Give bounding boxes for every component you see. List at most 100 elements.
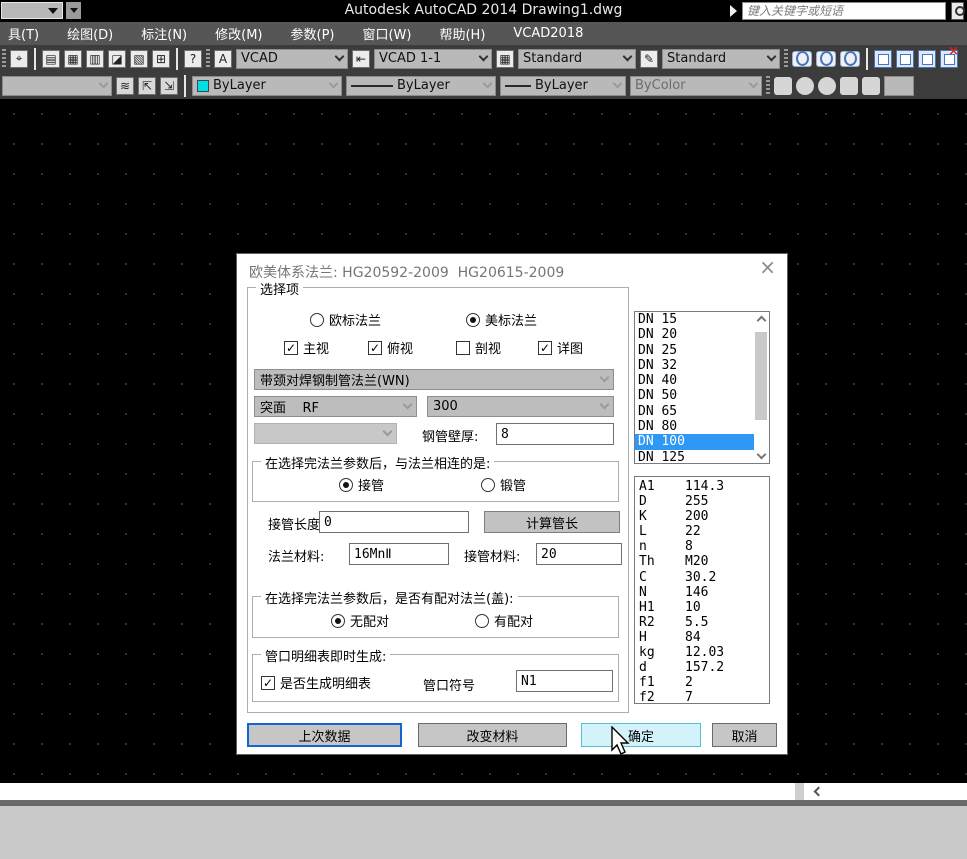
linetype-combo[interactable]: ByLayer xyxy=(346,76,496,96)
radio-icon xyxy=(466,313,480,327)
infocenter-expand-icon[interactable] xyxy=(730,5,737,17)
layer-properties-icon[interactable]: ≋ xyxy=(116,77,134,95)
chevron-left-icon[interactable] xyxy=(814,787,824,797)
dn-listbox[interactable]: DN 15 DN 20 DN 25 DN 32 DN 40 DN 50 DN 6… xyxy=(634,311,770,464)
zoom-pointer-icon[interactable]: ⌖ xyxy=(10,50,28,68)
param-row: f27 xyxy=(639,690,769,704)
table-grid-icon[interactable]: ▦ xyxy=(64,50,82,68)
nozzle-symbol-input[interactable] xyxy=(516,670,613,692)
walk-icon[interactable] xyxy=(862,77,880,95)
forged-pipe-radio[interactable]: 锻管 xyxy=(481,475,526,494)
title-bar: Autodesk AutoCAD 2014 Drawing1.dwg xyxy=(0,0,967,22)
pressure-class-combo[interactable]: 300 xyxy=(427,396,614,417)
flange-type-combo[interactable]: 带颈对焊钢制管法兰(WN) xyxy=(254,369,614,390)
menu-item-modify[interactable]: 修改(M) xyxy=(215,24,262,43)
search-icon[interactable] xyxy=(951,2,964,20)
dn-list-item[interactable]: DN 125 xyxy=(635,450,769,464)
ellipse-icon-3[interactable] xyxy=(840,51,860,67)
eu-flange-radio[interactable]: 欧标法兰 xyxy=(310,310,381,329)
param-row: d157.2 xyxy=(639,660,769,675)
horizontal-scrollbar[interactable] xyxy=(0,783,967,800)
toolbar-grip[interactable] xyxy=(206,49,210,69)
layer-states-icon[interactable]: ⇲ xyxy=(160,77,178,95)
param-row: f12 xyxy=(639,675,769,690)
toolbar-grip[interactable] xyxy=(766,76,770,96)
color-combo[interactable]: ByLayer xyxy=(192,76,342,96)
pipe-radio[interactable]: 接管 xyxy=(339,475,384,494)
pan-icon[interactable] xyxy=(774,77,792,95)
calculator-icon[interactable]: ⊞ xyxy=(152,50,170,68)
menu-bar: 具(T) 绘图(D) 标注(N) 修改(M) 参数(P) 窗口(W) 帮助(H)… xyxy=(0,22,967,45)
orbit-icon[interactable] xyxy=(818,77,836,95)
table-style-combo[interactable]: Standard xyxy=(518,49,636,69)
dn-list-item[interactable]: DN 25 xyxy=(635,343,769,358)
top-view-checkbox[interactable]: 俯视 xyxy=(368,338,413,357)
detail-view-checkbox[interactable]: 详图 xyxy=(538,338,583,357)
help-icon[interactable]: ? xyxy=(184,50,202,68)
camera-icon[interactable] xyxy=(840,77,858,95)
multileader-style-combo[interactable]: Standard xyxy=(662,49,780,69)
dn-list-item[interactable]: DN 50 xyxy=(635,388,769,403)
sheet-icon[interactable]: ▥ xyxy=(86,50,104,68)
close-icon[interactable]: × xyxy=(759,257,776,277)
delete-box-icon[interactable] xyxy=(940,50,958,68)
zoom-icon[interactable] xyxy=(796,77,814,95)
pipe-material-input[interactable] xyxy=(536,543,622,565)
menu-item-parametric[interactable]: 参数(P) xyxy=(291,24,335,43)
layers-transfer-icon[interactable]: ▧ xyxy=(130,50,148,68)
dn-list-item-selected[interactable]: DN 100 xyxy=(635,434,769,449)
calc-length-button[interactable]: 计算管长 xyxy=(484,511,620,533)
cancel-button[interactable]: 取消 xyxy=(712,723,777,747)
toolbar-separator xyxy=(866,48,868,70)
dn-list-item[interactable]: DN 15 xyxy=(635,312,769,327)
generate-bom-checkbox[interactable]: 是否生成明细表 xyxy=(261,673,371,692)
menu-item-dimension[interactable]: 标注(N) xyxy=(141,24,187,43)
dim-style-combo[interactable]: VCAD 1-1 xyxy=(374,49,492,69)
layer-previous-icon[interactable]: ⇱ xyxy=(138,77,156,95)
pipe-length-input[interactable] xyxy=(319,511,469,533)
linetype-sample xyxy=(351,85,393,87)
eraser-icon[interactable]: ◪ xyxy=(108,50,126,68)
toolbar-grip[interactable] xyxy=(784,49,788,69)
plot-style-combo[interactable]: ByColor xyxy=(630,76,762,96)
previous-data-button[interactable]: 上次数据 xyxy=(247,723,402,747)
layer-combo[interactable] xyxy=(2,76,112,96)
copy-box-icon[interactable] xyxy=(918,50,936,68)
ellipse-icon-2[interactable] xyxy=(816,51,836,67)
has-mate-radio[interactable]: 有配对 xyxy=(475,611,533,630)
lineweight-combo[interactable]: ByLayer xyxy=(500,76,626,96)
dn-list-item[interactable]: DN 80 xyxy=(635,419,769,434)
dn-list-item[interactable]: DN 20 xyxy=(635,327,769,342)
dialog-icon[interactable]: ▤ xyxy=(42,50,60,68)
toolbar-grip[interactable] xyxy=(2,49,6,69)
command-line-area[interactable] xyxy=(0,806,967,859)
menu-item-vcad2018[interactable]: VCAD2018 xyxy=(513,26,583,41)
dn-list-item[interactable]: DN 40 xyxy=(635,373,769,388)
text-style-combo[interactable]: VCAD xyxy=(236,49,348,69)
face-type-combo[interactable]: 突面 RF xyxy=(254,396,417,417)
flange-material-input[interactable] xyxy=(349,543,449,565)
menu-item-window[interactable]: 窗口(W) xyxy=(362,24,411,43)
front-view-checkbox[interactable]: 主视 xyxy=(284,338,329,357)
dn-list-item[interactable]: DN 65 xyxy=(635,404,769,419)
menu-item-draw[interactable]: 绘图(D) xyxy=(67,24,113,43)
dn-list-scrollbar[interactable] xyxy=(754,312,769,463)
menu-item-tools[interactable]: 具(T) xyxy=(8,24,39,43)
scroll-up-icon[interactable] xyxy=(757,316,767,326)
scroll-thumb[interactable] xyxy=(755,332,767,420)
menu-item-help[interactable]: 帮助(H) xyxy=(439,24,485,43)
box-icon[interactable] xyxy=(874,50,892,68)
chevron-down-icon xyxy=(613,79,623,89)
move-box-icon[interactable] xyxy=(896,50,914,68)
no-mate-radio[interactable]: 无配对 xyxy=(331,611,389,630)
us-flange-radio[interactable]: 美标法兰 xyxy=(466,310,537,329)
section-view-checkbox[interactable]: 剖视 xyxy=(456,338,501,357)
change-material-button[interactable]: 改变材料 xyxy=(418,723,567,747)
ellipse-icon-1[interactable] xyxy=(792,51,812,67)
scroll-down-icon[interactable] xyxy=(757,450,767,460)
ok-button[interactable]: 确定 xyxy=(581,723,701,747)
chevron-down-icon xyxy=(767,52,777,62)
dn-list-item[interactable]: DN 32 xyxy=(635,358,769,373)
infocenter-search-input[interactable] xyxy=(742,2,946,20)
wall-thickness-input[interactable] xyxy=(496,423,614,445)
